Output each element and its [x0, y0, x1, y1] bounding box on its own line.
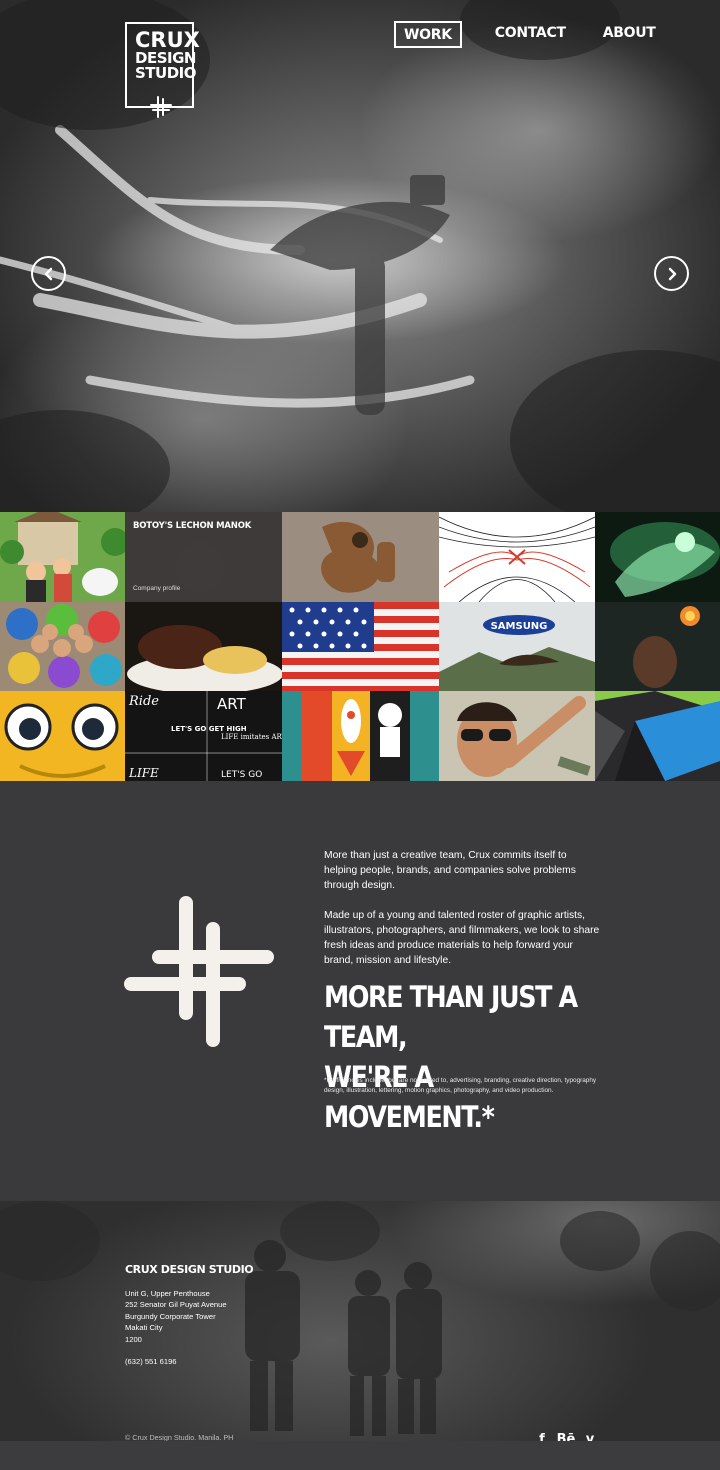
featured-title: BOTOY'S LECHON MANOK	[133, 521, 252, 531]
tile-image	[439, 512, 595, 602]
portfolio-tile-samsung[interactable]: SAMSUNG	[439, 602, 595, 691]
slider-prev-button[interactable]	[31, 256, 66, 291]
tile-image	[595, 602, 720, 691]
portfolio-tile-green-creature[interactable]	[595, 512, 720, 602]
nav-work[interactable]: WORK	[394, 21, 462, 48]
portfolio-tile-geometric-brand[interactable]	[595, 691, 720, 781]
tile-image	[282, 691, 439, 781]
art-text-ride: Ride	[128, 694, 159, 709]
portfolio-tile-octopus[interactable]	[0, 691, 125, 781]
portfolio-tile-rocket-poster[interactable]	[282, 691, 439, 781]
art-text-life-imitates: LIFE imitates ART	[221, 733, 282, 741]
address-line: 1200	[125, 1334, 142, 1344]
art-text-get-high: LET'S GO GET HIGH	[171, 725, 247, 733]
slider-next-button[interactable]	[654, 256, 689, 291]
featured-subtitle: Company profile	[133, 585, 181, 592]
art-text-life: LIFE	[128, 766, 159, 780]
footer-background-image	[0, 1201, 720, 1436]
about-headline: MORE THAN JUST A TEAM, WE'RE A MOVEMENT.…	[324, 977, 582, 1137]
about-paragraph-2: Made up of a young and talented roster o…	[324, 910, 600, 966]
nav-contact[interactable]: CONTACT	[495, 21, 566, 48]
portfolio-tile-steak[interactable]	[125, 602, 282, 691]
tile-image	[595, 691, 720, 781]
tile-image	[439, 691, 595, 781]
tile-image	[282, 512, 439, 602]
nav-about[interactable]: ABOUT	[603, 21, 656, 48]
portfolio-tile-line-art[interactable]	[439, 512, 595, 602]
tile-image	[0, 602, 125, 691]
logo-text-line-1: CRUX	[135, 28, 200, 52]
headline-line-2: WE'RE A MOVEMENT.*	[324, 1060, 495, 1134]
main-nav: WORK CONTACT ABOUT	[394, 21, 656, 48]
portfolio-tile-cartoon-family[interactable]	[0, 512, 125, 602]
tile-image: Ride ART LET'S GO GET HIGH LIFE imitates…	[125, 691, 282, 781]
footer	[0, 1201, 720, 1441]
featured-tile-caption[interactable]: BOTOY'S LECHON MANOK Company profile	[125, 512, 282, 602]
tile-image	[125, 602, 282, 691]
tile-image	[282, 602, 439, 691]
crux-hash-icon	[124, 896, 274, 1047]
portfolio-tile-us-flag[interactable]	[282, 602, 439, 691]
portfolio-tile-wooden-type[interactable]	[282, 512, 439, 602]
samsung-logo-text: SAMSUNG	[491, 621, 548, 632]
portfolio-tile-art-lettering[interactable]: Ride ART LET'S GO GET HIGH LIFE imitates…	[125, 691, 282, 781]
hero-image	[0, 0, 720, 512]
footer-phone[interactable]: (632) 551 6196	[125, 1357, 177, 1366]
chevron-left-icon	[44, 267, 52, 280]
portfolio-tile-kid-sunglasses[interactable]	[439, 691, 595, 781]
address-line: 252 Senator Gil Puyat Avenue	[125, 1300, 227, 1310]
page-bottom-strip	[0, 1441, 720, 1470]
address-line: Burgundy Corporate Tower	[125, 1311, 216, 1321]
tile-image	[0, 691, 125, 781]
portfolio-tile-torch-figure[interactable]	[595, 602, 720, 691]
proficiencies-footnote: *Proficiencies include, but are not limi…	[324, 1077, 597, 1094]
portfolio-tile-group-photo[interactable]	[0, 602, 125, 691]
footer-company-name: CRUX DESIGN STUDIO	[125, 1263, 254, 1276]
logo-text-line-3: STUDIO	[135, 64, 197, 82]
art-text-art: ART	[217, 695, 247, 713]
tile-image	[595, 512, 720, 602]
footer-address: Unit G, Upper Penthouse 252 Senator Gil …	[125, 1288, 227, 1345]
portfolio-grid: SAMSUNG Ride ART LET'S GO GET HIGH LIFE	[0, 512, 720, 781]
tile-image	[0, 512, 125, 602]
about-paragraph-1: More than just a creative team, Crux com…	[324, 850, 576, 891]
headline-line-1: MORE THAN JUST A TEAM,	[324, 980, 578, 1054]
hero-slider: CRUX DESIGN STUDIO WORK CONTACT ABOUT	[0, 0, 720, 512]
tile-image: SAMSUNG	[439, 602, 595, 691]
art-text-lets-go: LET'S GO	[221, 770, 262, 780]
chevron-right-icon	[668, 267, 676, 280]
logo-hash-icon	[150, 96, 172, 118]
address-line: Unit G, Upper Penthouse	[125, 1289, 210, 1298]
address-line: Makati City	[125, 1323, 163, 1333]
